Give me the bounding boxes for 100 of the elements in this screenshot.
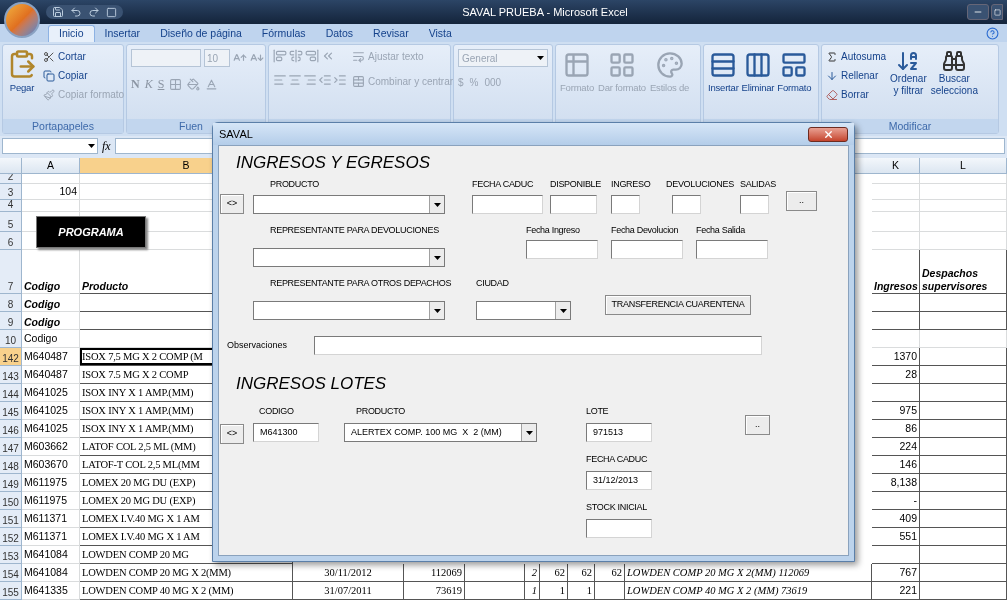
row-header[interactable]: 145	[0, 402, 22, 420]
row-header[interactable]: 3	[0, 184, 22, 200]
expiry-date-field[interactable]: 31/12/2013	[586, 471, 652, 490]
close-button[interactable]	[808, 126, 848, 142]
row-header[interactable]: 155	[0, 582, 22, 600]
dropdown-arrow-icon	[433, 308, 441, 313]
ribbon-tab[interactable]: Datos	[315, 25, 364, 42]
field-label: SALIDAS	[740, 178, 776, 190]
table-cell	[872, 294, 920, 312]
product-combo[interactable]: ALERTEX COMP. 100 MG X 2 (MM)	[344, 423, 537, 442]
initial-stock-field[interactable]	[586, 519, 652, 538]
ribbon-tab[interactable]: Vista	[418, 25, 462, 42]
table-cell	[872, 384, 920, 402]
row-header[interactable]: 143	[0, 366, 22, 384]
field-label: Fecha Ingreso	[526, 224, 580, 236]
expiry-date-field[interactable]	[472, 195, 543, 214]
ribbon-tab[interactable]: Revisar	[363, 25, 419, 42]
dispatch-representative-combo[interactable]	[253, 301, 445, 320]
wrap-icon	[352, 50, 365, 63]
table-cell: Ingresos	[872, 250, 920, 294]
ribbon-button[interactable]: Rellenar	[826, 68, 887, 83]
redo-icon[interactable]	[88, 6, 100, 18]
cells-button[interactable]: Formato	[777, 51, 812, 119]
help-icon[interactable]	[986, 27, 999, 40]
paste-button[interactable]: Pegar	[7, 49, 37, 119]
row-header[interactable]: 5	[0, 212, 22, 232]
sort-button[interactable]: Ordenar y filtrar	[890, 49, 927, 119]
name-box[interactable]	[2, 138, 98, 154]
income-date-field[interactable]	[526, 240, 598, 259]
row-header[interactable]: 152	[0, 528, 22, 546]
column-header[interactable]: K	[872, 158, 920, 173]
table-cell: 73619	[404, 582, 465, 600]
cells-button[interactable]: Insertar	[708, 51, 739, 119]
city-combo[interactable]	[476, 301, 571, 320]
ribbon-tab[interactable]: Insertar	[94, 25, 151, 42]
dialog-title: SAVAL	[219, 126, 253, 142]
returns-field[interactable]	[672, 195, 701, 214]
table-cell: LOWDEN COMP 20 MG X 2(MM) 112069	[625, 564, 872, 582]
rows-icon	[709, 51, 738, 79]
product-combo[interactable]	[253, 195, 445, 214]
dropdown-arrow-icon	[433, 255, 441, 260]
return-date-field[interactable]	[611, 240, 683, 259]
row-header[interactable]: 149	[0, 474, 22, 492]
swap-button[interactable]: <>	[220, 424, 244, 444]
outputs-field[interactable]	[740, 195, 769, 214]
row-header[interactable]: 7	[0, 250, 22, 294]
row-header[interactable]: 153	[0, 546, 22, 564]
ribbon-button[interactable]: Copiar	[43, 68, 125, 83]
ribbon-button[interactable]: Borrar	[826, 87, 887, 102]
ribbon-button[interactable]: Cortar	[43, 49, 125, 64]
notes-field[interactable]	[314, 336, 762, 355]
field-label: Fecha Salida	[696, 224, 745, 236]
column-header[interactable]: L	[920, 158, 1007, 173]
table-cell: M641025	[22, 402, 80, 420]
lot-field[interactable]: 971513	[586, 423, 652, 442]
output-date-field[interactable]	[696, 240, 768, 259]
swap-button[interactable]: <>	[220, 194, 244, 214]
table-cell: 767	[872, 564, 920, 582]
field-label: LOTE	[586, 405, 609, 417]
cells-button[interactable]: Eliminar	[741, 51, 775, 119]
program-button[interactable]: PROGRAMA	[36, 216, 146, 248]
formula-icon[interactable]: fx	[102, 137, 111, 155]
ribbon-tab[interactable]: Inicio	[48, 25, 95, 42]
ribbon-button[interactable]: Autosuma	[826, 49, 887, 64]
form-icon[interactable]	[106, 6, 117, 18]
minimize-button[interactable]	[967, 4, 989, 20]
row-header[interactable]: 8	[0, 294, 22, 312]
save-icon[interactable]	[52, 6, 64, 18]
find-button[interactable]: Buscar selecciona	[930, 49, 978, 119]
ribbon-tab[interactable]: Fórmulas	[251, 25, 316, 42]
paintbrush-icon	[43, 88, 55, 101]
row-header[interactable]: 6	[0, 232, 22, 250]
panel-icon	[780, 51, 809, 79]
field-label: STOCK INICIAL	[586, 501, 647, 513]
table-cell	[595, 582, 625, 600]
table-cell: Codigo	[22, 312, 80, 330]
table-cell: LOWDEN COMP 20 MG X 2(MM)	[80, 564, 293, 582]
code-field[interactable]: M641300	[253, 423, 319, 442]
row-header[interactable]: 151	[0, 510, 22, 528]
available-field[interactable]	[550, 195, 597, 214]
row-header[interactable]: 150	[0, 492, 22, 510]
transfer-button[interactable]: TRANSFERENCIA CUARENTENA	[605, 295, 751, 315]
row-header[interactable]: 148	[0, 456, 22, 474]
ribbon-tab[interactable]: Diseño de página	[150, 25, 252, 42]
more-button[interactable]: ..	[745, 415, 770, 435]
more-button[interactable]: ..	[786, 191, 817, 211]
row-header[interactable]: 10	[0, 330, 22, 348]
row-header[interactable]: 142	[0, 348, 22, 366]
undo-icon[interactable]	[70, 6, 82, 18]
income-field[interactable]	[611, 195, 640, 214]
table-cell: M640487	[22, 348, 80, 366]
row-header[interactable]: 147	[0, 438, 22, 456]
binoculars-icon	[942, 49, 967, 73]
row-header[interactable]: 146	[0, 420, 22, 438]
returns-representative-combo[interactable]	[253, 248, 445, 267]
row-header[interactable]: 154	[0, 564, 22, 582]
row-header[interactable]: 144	[0, 384, 22, 402]
row-header[interactable]: 4	[0, 200, 22, 212]
restore-button[interactable]	[991, 4, 1003, 20]
row-header[interactable]: 9	[0, 312, 22, 330]
